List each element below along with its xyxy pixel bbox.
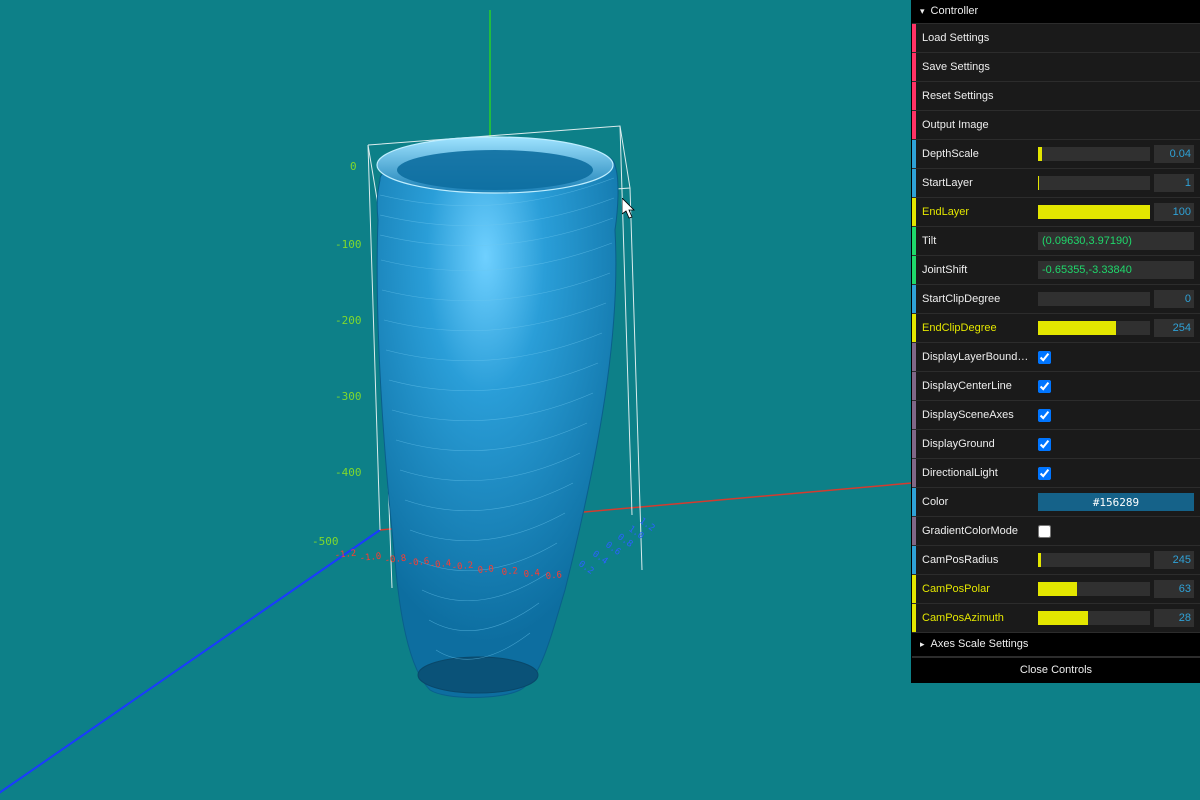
start-clip-input[interactable]	[1154, 290, 1194, 308]
start-clip-row: StartClipDegree	[912, 285, 1200, 314]
cam-radius-input[interactable]	[1154, 551, 1194, 569]
start-layer-input[interactable]	[1154, 174, 1194, 192]
control-panel: Controller Load Settings Save Settings R…	[912, 0, 1200, 683]
start-layer-slider[interactable]	[1038, 176, 1150, 190]
end-clip-input[interactable]	[1154, 319, 1194, 337]
load-settings-button[interactable]: Load Settings	[912, 24, 1200, 53]
cam-polar-input[interactable]	[1154, 580, 1194, 598]
svg-text:-200: -200	[335, 314, 362, 327]
display-layer-bound-checkbox[interactable]	[1038, 351, 1051, 364]
joint-shift-input[interactable]	[1038, 261, 1194, 279]
display-ground-row: DisplayGround	[912, 430, 1200, 459]
svg-text:-500: -500	[312, 535, 339, 548]
axis-z	[0, 530, 380, 800]
depth-scale-row: DepthScale	[912, 140, 1200, 169]
svg-text:-1.0: -1.0	[359, 552, 382, 564]
gradient-mode-checkbox[interactable]	[1038, 525, 1051, 538]
directional-light-row: DirectionalLight	[912, 459, 1200, 488]
color-swatch[interactable]: #156289	[1038, 493, 1194, 511]
close-controls-button[interactable]: Close Controls	[912, 657, 1200, 683]
tilt-row: Tilt	[912, 227, 1200, 256]
cam-radius-slider[interactable]	[1038, 553, 1150, 567]
joint-shift-row: JointShift	[912, 256, 1200, 285]
svg-text:-400: -400	[335, 466, 362, 479]
svg-text:-1.2: -1.2	[334, 549, 357, 561]
depth-scale-slider[interactable]	[1038, 147, 1150, 161]
end-clip-row: EndClipDegree	[912, 314, 1200, 343]
cam-azimuth-slider[interactable]	[1038, 611, 1150, 625]
cam-azimuth-input[interactable]	[1154, 609, 1194, 627]
folder-controller[interactable]: Controller	[912, 0, 1200, 24]
display-scene-axes-checkbox[interactable]	[1038, 409, 1051, 422]
display-scene-axes-row: DisplaySceneAxes	[912, 401, 1200, 430]
folder-axes-scale[interactable]: Axes Scale Settings	[912, 633, 1200, 657]
end-clip-slider[interactable]	[1038, 321, 1150, 335]
cam-polar-row: CamPosPolar	[912, 575, 1200, 604]
3d-model	[377, 137, 618, 698]
end-layer-input[interactable]	[1154, 203, 1194, 221]
output-image-button[interactable]: Output Image	[912, 111, 1200, 140]
save-settings-button[interactable]: Save Settings	[912, 53, 1200, 82]
z-axis-ticks: 0.2 0.4 0.6 0.8 1.0 1.2	[576, 516, 656, 577]
depth-scale-input[interactable]	[1154, 145, 1194, 163]
svg-text:-300: -300	[335, 390, 362, 403]
start-clip-slider[interactable]	[1038, 292, 1150, 306]
gradient-mode-row: GradientColorMode	[912, 517, 1200, 546]
end-layer-slider[interactable]	[1038, 205, 1150, 219]
cam-polar-slider[interactable]	[1038, 582, 1150, 596]
display-center-line-row: DisplayCenterLine	[912, 372, 1200, 401]
display-center-line-checkbox[interactable]	[1038, 380, 1051, 393]
svg-text:0.6: 0.6	[545, 570, 562, 582]
end-layer-row: EndLayer	[912, 198, 1200, 227]
svg-text:-100: -100	[335, 238, 362, 251]
display-ground-checkbox[interactable]	[1038, 438, 1051, 451]
svg-text:0.2: 0.2	[576, 559, 595, 577]
display-layer-bound-row: DisplayLayerBound…	[912, 343, 1200, 372]
start-layer-row: StartLayer	[912, 169, 1200, 198]
svg-text:0.2: 0.2	[501, 566, 518, 578]
svg-text:0.0: 0.0	[477, 564, 494, 576]
y-axis-ticks: 0 -100 -200 -300 -400 -500	[312, 160, 362, 548]
depth-scale-label: DepthScale	[916, 149, 1038, 160]
color-row: Color #156289	[912, 488, 1200, 517]
reset-settings-button[interactable]: Reset Settings	[912, 82, 1200, 111]
tilt-input[interactable]	[1038, 232, 1194, 250]
cam-radius-row: CamPosRadius	[912, 546, 1200, 575]
directional-light-checkbox[interactable]	[1038, 467, 1051, 480]
svg-text:0.4: 0.4	[590, 549, 609, 567]
svg-text:0: 0	[350, 160, 357, 173]
svg-text:0.4: 0.4	[523, 568, 540, 580]
cam-azimuth-row: CamPosAzimuth	[912, 604, 1200, 633]
